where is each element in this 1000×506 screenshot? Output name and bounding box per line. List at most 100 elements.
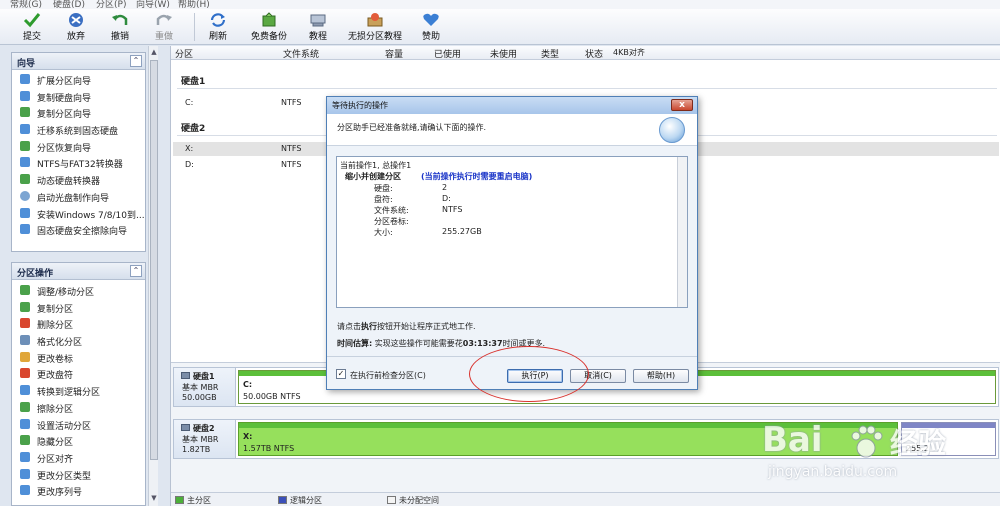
menu-disk[interactable]: 硬盘(D): [53, 0, 85, 9]
menu-wizard[interactable]: 向导(W): [136, 0, 170, 9]
operation-list-scrollbar[interactable]: [677, 157, 687, 307]
serial-icon: [20, 485, 30, 496]
operation-list[interactable]: 当前操作1, 总操作1 缩小并创建分区 (当前操作执行时需要重启电脑) 硬盘: …: [336, 156, 688, 308]
col-filesystem[interactable]: 文件系统: [283, 47, 319, 60]
col-partition[interactable]: 分区: [175, 47, 193, 60]
letter-icon: [20, 368, 30, 379]
redo-button[interactable]: 重做: [144, 11, 184, 43]
disk-copy-icon: [20, 90, 30, 101]
heart-icon: [423, 13, 439, 26]
dynamic-disk-icon: [20, 174, 30, 185]
col-status[interactable]: 状态: [585, 47, 603, 60]
disk-map-label: 硬盘1 基本 MBR 50.00GB: [174, 368, 236, 406]
paw-logo-icon: [851, 425, 883, 458]
scroll-down-icon[interactable]: ▼: [149, 494, 159, 504]
wizard-ntfs-fat32[interactable]: NTFS与FAT32转换器: [12, 154, 145, 171]
free-backup-button[interactable]: 免费备份: [246, 11, 292, 43]
collapse-icon[interactable]: ⌃: [130, 55, 142, 67]
partition-ops-title: 分区操作: [17, 269, 54, 279]
commit-button[interactable]: 提交: [12, 11, 52, 43]
toolbar-separator: [194, 13, 195, 41]
op-change-type[interactable]: 更改分区类型: [12, 466, 145, 483]
left-scrollbar[interactable]: ▲ ▼: [148, 46, 158, 506]
redo-icon: [156, 14, 172, 25]
scroll-thumb[interactable]: [150, 60, 158, 460]
erase-icon: [20, 224, 30, 235]
sponsor-button[interactable]: 赞助: [414, 11, 448, 43]
op-resize-move[interactable]: 调整/移动分区: [12, 282, 145, 299]
op-copy-partition[interactable]: 复制分区: [12, 299, 145, 316]
disk-divider: [177, 88, 997, 89]
col-4k-align[interactable]: 4KB对齐: [613, 47, 645, 58]
tutorial-button[interactable]: 教程: [300, 11, 336, 43]
col-capacity[interactable]: 容量: [385, 47, 403, 60]
op-delete-partition[interactable]: 删除分区: [12, 315, 145, 332]
wizard-copy-disk[interactable]: 复制硬盘向导: [12, 88, 145, 105]
app-logo-icon: [659, 117, 685, 143]
check-icon: [23, 13, 41, 28]
backup-icon: [262, 12, 276, 27]
collapse-icon[interactable]: ⌃: [130, 265, 142, 277]
op-set-active[interactable]: 设置活动分区: [12, 416, 145, 433]
op-format-partition[interactable]: 格式化分区: [12, 332, 145, 349]
wizard-boot-cd[interactable]: 启动光盘制作向导: [12, 188, 145, 205]
undo-icon: [112, 14, 128, 25]
undo-button[interactable]: 撤销: [100, 11, 140, 43]
legend-primary: 主分区: [187, 496, 211, 505]
col-unused[interactable]: 未使用: [490, 47, 517, 60]
resize-icon: [20, 285, 30, 295]
dialog-hint: 请点击执行按钮开始让程序正式地工作.: [337, 322, 476, 331]
partition-copy-icon: [20, 107, 30, 118]
highlight-annotation: [469, 346, 589, 402]
partition-ops-list: 调整/移动分区 复制分区 删除分区 格式化分区 更改卷标 更改盘符 转换到逻辑分…: [12, 280, 145, 499]
op-note: (当前操作执行时需要重启电脑): [421, 172, 533, 181]
disk-title: 硬盘2: [181, 124, 206, 134]
legend-logical: 逻辑分区: [290, 496, 322, 505]
tutorial-icon: [310, 14, 326, 27]
wizard-section-title: 向导: [17, 59, 36, 69]
op-hide-partition[interactable]: 隐藏分区: [12, 432, 145, 449]
dialog-titlebar: 等待执行的操作 x: [327, 97, 697, 114]
wizard-ssd-erase[interactable]: 固态硬盘安全擦除向导: [12, 221, 145, 238]
wizard-copy-partition[interactable]: 复制分区向导: [12, 104, 145, 121]
col-used[interactable]: 已使用: [434, 47, 461, 60]
op-change-letter[interactable]: 更改盘符: [12, 365, 145, 382]
op-convert-logical[interactable]: 转换到逻辑分区: [12, 382, 145, 399]
scroll-up-icon[interactable]: ▲: [149, 48, 159, 58]
check-before-execute-label[interactable]: 在执行前检查分区(C): [350, 370, 426, 381]
partition-tutorial-icon: [367, 13, 383, 27]
unallocated-swatch: [387, 496, 396, 504]
help-button[interactable]: 帮助(H): [633, 369, 689, 383]
menu-partition[interactable]: 分区(P): [96, 0, 126, 9]
col-type[interactable]: 类型: [541, 47, 559, 60]
op-change-label[interactable]: 更改卷标: [12, 349, 145, 366]
discard-button[interactable]: 放弃: [56, 11, 96, 43]
copy-icon: [20, 301, 30, 312]
menu-general[interactable]: 常规(G): [10, 0, 42, 9]
wizard-section: 向导 ⌃ 扩展分区向导 复制硬盘向导 复制分区向导 迁移系统到固态硬盘 分区恢复…: [11, 52, 146, 252]
recovery-icon: [20, 140, 30, 151]
close-icon[interactable]: x: [671, 99, 693, 111]
convert-icon: [20, 157, 30, 168]
op-change-serial[interactable]: 更改序列号: [12, 482, 145, 499]
format-icon: [20, 335, 30, 346]
op-align-partition[interactable]: 分区对齐: [12, 449, 145, 466]
menu-help[interactable]: 帮助(H): [178, 0, 210, 9]
lossless-partition-tutorial-button[interactable]: 无损分区教程: [344, 11, 406, 43]
wizard-install-windows[interactable]: 安装Windows 7/8/10到...: [12, 205, 145, 222]
refresh-button[interactable]: 刷新: [200, 11, 236, 43]
disk-icon: [181, 372, 190, 379]
op-wipe-partition[interactable]: 擦除分区: [12, 399, 145, 416]
primary-swatch: [175, 496, 184, 504]
column-header: 分区 文件系统 容量 已使用 未使用 类型 状态 4KB对齐: [171, 46, 1000, 60]
partition-ops-header: 分区操作 ⌃: [12, 263, 145, 280]
wizard-extend-partition[interactable]: 扩展分区向导: [12, 71, 145, 88]
wizard-migrate-ssd[interactable]: 迁移系统到固态硬盘: [12, 121, 145, 138]
wizard-dynamic-disk[interactable]: 动态硬盘转换器: [12, 171, 145, 188]
migrate-icon: [20, 124, 30, 135]
wizard-partition-recovery[interactable]: 分区恢复向导: [12, 138, 145, 155]
toolbar: 提交 放弃 撤销 重做 刷新 免费备份 教程 无损分区教程 赞助: [0, 9, 1000, 45]
partition-ops-section: 分区操作 ⌃ 调整/移动分区 复制分区 删除分区 格式化分区 更改卷标 更改盘符…: [11, 262, 146, 506]
check-before-execute-checkbox[interactable]: ✓: [336, 369, 346, 379]
cd-icon: [20, 190, 30, 201]
